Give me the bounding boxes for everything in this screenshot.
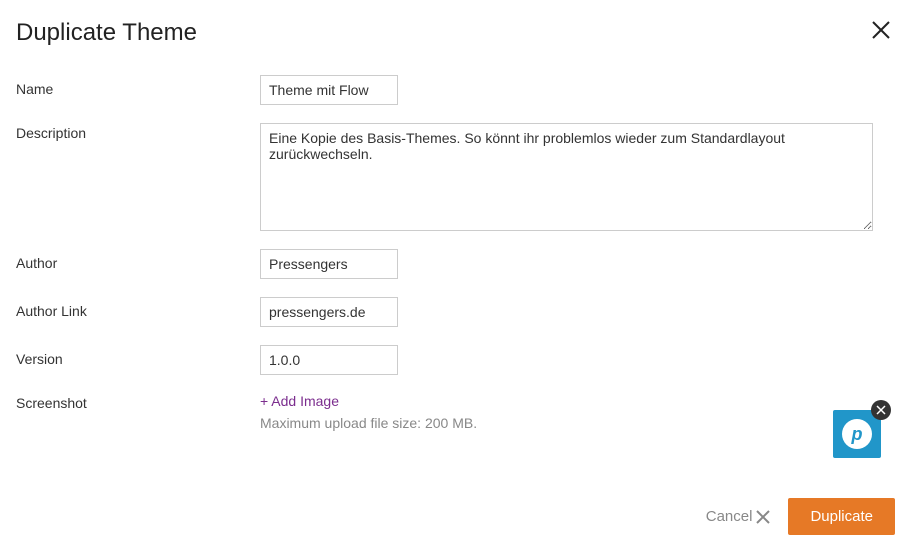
row-screenshot: Screenshot + Add Image Maximum upload fi…: [16, 393, 895, 431]
dialog-header: Duplicate Theme: [16, 16, 895, 49]
close-icon: [756, 510, 770, 524]
duplicate-button[interactable]: Duplicate: [788, 498, 895, 535]
help-widget[interactable]: p: [833, 410, 881, 458]
name-input[interactable]: [260, 75, 398, 105]
label-name: Name: [16, 75, 260, 97]
version-input[interactable]: [260, 345, 398, 375]
label-screenshot: Screenshot: [16, 393, 260, 411]
row-version: Version: [16, 345, 895, 375]
label-author-link: Author Link: [16, 297, 260, 319]
widget-close-button[interactable]: [871, 400, 891, 420]
author-link-input[interactable]: [260, 297, 398, 327]
dialog-title: Duplicate Theme: [16, 19, 197, 47]
dialog-footer: Cancel Duplicate: [706, 498, 895, 535]
row-name: Name: [16, 75, 895, 105]
author-input[interactable]: [260, 249, 398, 279]
cancel-label: Cancel: [706, 508, 753, 525]
row-author-link: Author Link: [16, 297, 895, 327]
close-icon: [876, 405, 886, 415]
label-description: Description: [16, 123, 260, 141]
description-textarea[interactable]: Eine Kopie des Basis-Themes. So könnt ih…: [260, 123, 873, 231]
row-author: Author: [16, 249, 895, 279]
cancel-button[interactable]: Cancel: [706, 508, 771, 525]
close-button[interactable]: [867, 16, 895, 49]
close-icon: [871, 20, 891, 40]
row-description: Description Eine Kopie des Basis-Themes.…: [16, 123, 895, 231]
screenshot-block: + Add Image Maximum upload file size: 20…: [260, 393, 477, 431]
widget-letter: p: [842, 419, 872, 449]
label-version: Version: [16, 345, 260, 367]
label-author: Author: [16, 249, 260, 271]
upload-note: Maximum upload file size: 200 MB.: [260, 415, 477, 431]
add-image-link[interactable]: + Add Image: [260, 393, 477, 409]
